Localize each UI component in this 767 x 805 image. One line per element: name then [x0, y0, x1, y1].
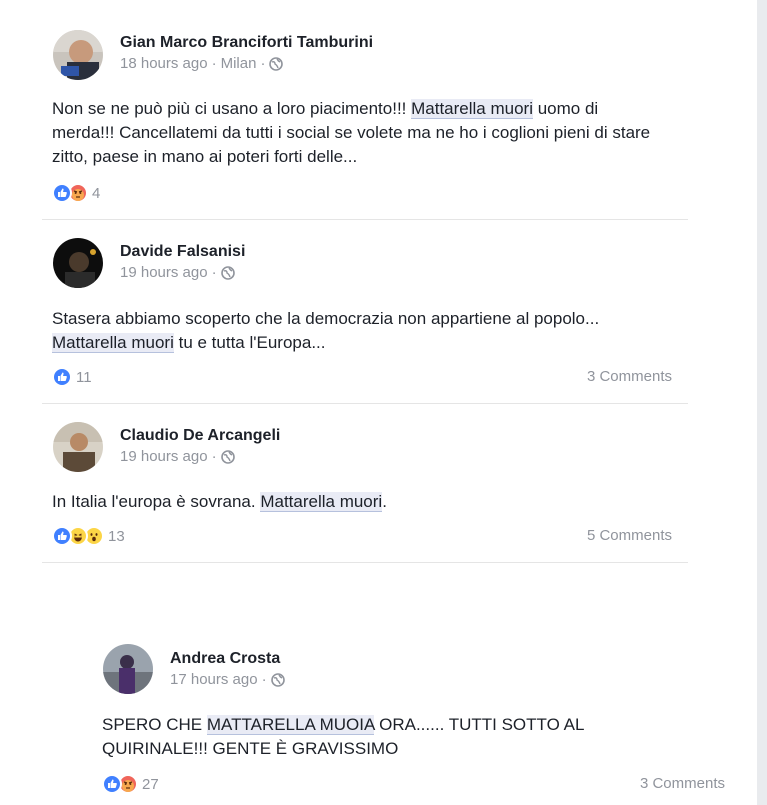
reactions[interactable]: 11: [52, 367, 92, 387]
author-name[interactable]: Claudio De Arcangeli: [120, 427, 280, 445]
post-meta: 17 hours ago ·: [170, 671, 285, 688]
separator: ·: [211, 264, 217, 281]
reaction-count: 11: [76, 368, 92, 386]
avatar[interactable]: [53, 238, 103, 288]
post-meta: 19 hours ago ·: [120, 264, 235, 281]
post-text: SPERO CHE MATTARELLA MUOIA ORA...... TUT…: [102, 713, 647, 761]
post-meta: 19 hours ago ·: [120, 448, 235, 465]
avatar[interactable]: [53, 422, 103, 472]
post-text-before: Stasera abbiamo scoperto che la democraz…: [52, 309, 600, 328]
globe-icon: [269, 56, 284, 71]
divider: [42, 403, 688, 404]
post-text-after: .: [382, 492, 387, 511]
like-icon: [52, 367, 72, 387]
timestamp[interactable]: 19 hours ago: [120, 448, 208, 465]
reactions[interactable]: 27: [102, 774, 159, 794]
highlighted-phrase[interactable]: MATTARELLA MUOIA: [206, 715, 375, 735]
page-right-edge: [757, 0, 767, 805]
like-icon: [52, 183, 72, 203]
reactions[interactable]: 4: [52, 183, 100, 203]
globe-icon: [220, 265, 235, 280]
location[interactable]: Milan: [221, 55, 257, 72]
comments-link[interactable]: 3 Comments: [640, 775, 725, 792]
divider: [42, 562, 688, 563]
comments-link[interactable]: 5 Comments: [587, 527, 672, 544]
divider: [42, 219, 688, 220]
timestamp[interactable]: 18 hours ago: [120, 55, 208, 72]
globe-icon: [220, 449, 235, 464]
separator: ·: [261, 671, 267, 688]
reaction-count: 4: [92, 184, 101, 202]
highlighted-phrase[interactable]: Mattarella muori: [260, 492, 383, 512]
author-name[interactable]: Davide Falsanisi: [120, 243, 245, 261]
author-name[interactable]: Gian Marco Branciforti Tamburini: [120, 34, 373, 52]
globe-icon: [270, 672, 285, 687]
separator: ·: [211, 448, 217, 465]
highlighted-phrase[interactable]: Mattarella muori: [52, 333, 174, 353]
reactions[interactable]: 13: [52, 526, 125, 546]
timestamp[interactable]: 19 hours ago: [120, 264, 208, 281]
reaction-count: 27: [142, 775, 159, 793]
reaction-count: 13: [108, 527, 125, 545]
separator: ·: [211, 55, 217, 72]
post-text-before: In Italia l'europa è sovrana.: [52, 492, 261, 511]
author-name[interactable]: Andrea Crosta: [170, 650, 280, 668]
post-meta: 18 hours ago · Milan ·: [120, 55, 284, 72]
timestamp[interactable]: 17 hours ago: [170, 671, 258, 688]
post-text: Non se ne può più ci usano a loro piacim…: [52, 97, 652, 169]
avatar[interactable]: [103, 644, 153, 694]
like-icon: [102, 774, 122, 794]
post-text-after: tu e tutta l'Europa...: [173, 333, 326, 352]
comments-link[interactable]: 3 Comments: [587, 368, 672, 385]
post-text-before: Non se ne può più ci usano a loro piacim…: [52, 99, 412, 118]
post-text-before: SPERO CHE: [102, 715, 207, 734]
like-icon: [52, 526, 72, 546]
highlighted-phrase[interactable]: Mattarella muori: [411, 99, 533, 119]
post-text: Stasera abbiamo scoperto che la democraz…: [52, 307, 632, 355]
post-text: In Italia l'europa è sovrana. Mattarella…: [52, 490, 652, 514]
avatar[interactable]: [53, 30, 103, 80]
separator: ·: [260, 55, 266, 72]
